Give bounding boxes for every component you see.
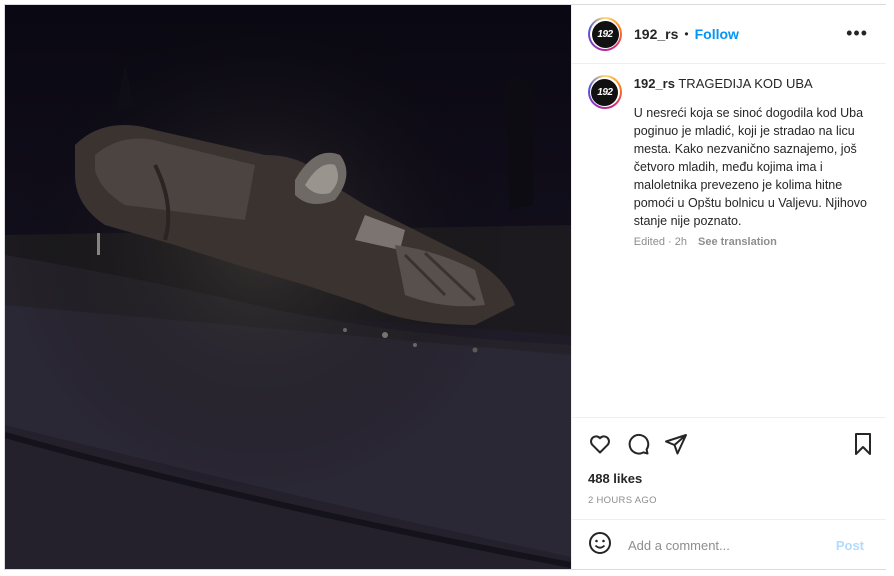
- heart-icon[interactable]: [588, 432, 612, 461]
- send-icon[interactable]: [664, 432, 688, 461]
- caption-text: U nesreći koja se sinoć dogodila kod Uba…: [633, 106, 867, 228]
- action-bar: [572, 417, 886, 466]
- see-translation-link[interactable]: See translation: [698, 236, 777, 248]
- likes-count[interactable]: 488 likes: [588, 471, 642, 486]
- post-image[interactable]: [5, 5, 571, 569]
- post-timestamp[interactable]: 2 HOURS AGO: [588, 495, 657, 506]
- follow-button[interactable]: Follow: [695, 26, 739, 42]
- more-options-button[interactable]: •••: [846, 23, 868, 44]
- avatar[interactable]: 192: [588, 17, 622, 51]
- post-side-panel: 192 192_rs • Follow ••• 192 192_rs TRAGE…: [571, 5, 886, 569]
- comment-input[interactable]: [626, 536, 830, 554]
- post-header: 192 192_rs • Follow •••: [572, 5, 886, 64]
- caption-title: TRAGEDIJA KOD UBA: [678, 76, 813, 91]
- avatar-border: 192: [590, 19, 620, 49]
- post-caption: 192 192_rs TRAGEDIJA KOD UBA U nesreći k…: [588, 75, 872, 248]
- edited-timestamp: Edited · 2h: [633, 236, 687, 248]
- avatar-logo: 192: [591, 20, 619, 48]
- comment-bar: Post: [572, 519, 886, 570]
- avatar-border: 192: [589, 77, 620, 107]
- avatar-logo: 192: [591, 78, 619, 106]
- header-username[interactable]: 192_rs: [634, 26, 678, 42]
- night-crash-scene: [5, 5, 571, 569]
- caption-username[interactable]: 192_rs: [634, 76, 675, 91]
- caption-avatar[interactable]: 192: [588, 75, 622, 109]
- separator-dot: •: [684, 27, 689, 41]
- bookmark-icon[interactable]: [852, 432, 874, 461]
- post-comment-button[interactable]: Post: [836, 538, 864, 553]
- smiley-icon[interactable]: [588, 531, 612, 560]
- comment-icon[interactable]: [626, 432, 650, 461]
- post-dialog: 192 192_rs • Follow ••• 192 192_rs TRAGE…: [4, 4, 886, 570]
